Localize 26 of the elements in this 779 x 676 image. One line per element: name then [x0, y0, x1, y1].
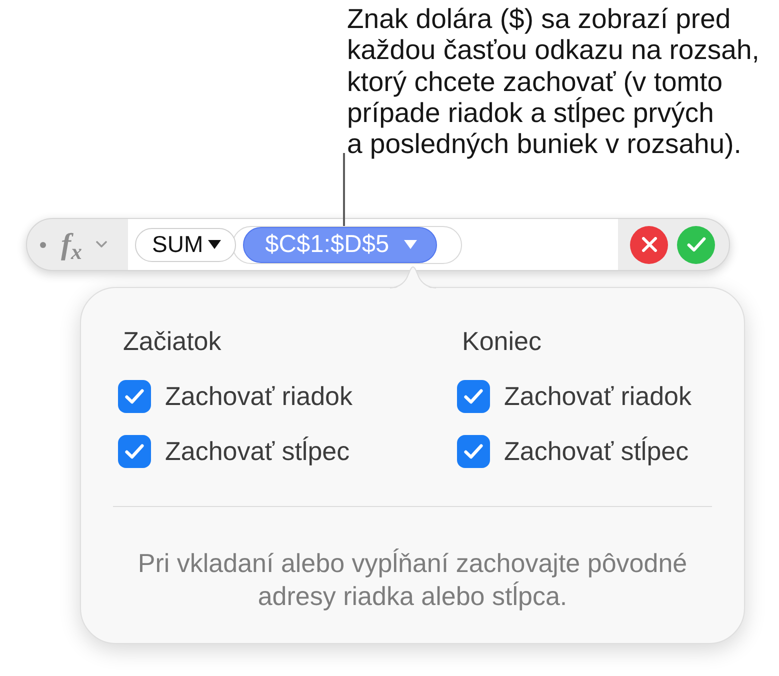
confirm-button[interactable]: [677, 226, 715, 264]
callout-text: Znak dolára ($) sa zobrazí pred každou časťou odkazu na rozsah, ktorý chcete zachovať (v tomto prípade riadok a stĺpec prvých a posledných buniek v rozsahu).: [347, 3, 760, 160]
checkbox[interactable]: [457, 434, 490, 468]
function-token[interactable]: SUM: [135, 228, 236, 262]
checkbox[interactable]: [457, 380, 490, 413]
checkmark-icon: [686, 237, 706, 252]
checkmark-icon: [464, 388, 483, 404]
checkbox-label: Zachovať riadok: [165, 380, 353, 412]
caret-icon: [404, 240, 418, 250]
close-icon: [642, 237, 656, 252]
section-title: Koniec: [462, 326, 542, 356]
dot-icon: [40, 242, 46, 248]
checkmark-icon: [125, 388, 144, 404]
checkmark-icon: [125, 444, 144, 459]
caret-icon: [208, 240, 222, 250]
cancel-button[interactable]: [630, 226, 668, 264]
hint-text: Pri vkladaní alebo vypĺňaní zachovajte pôvodné adresy riadka alebo stĺpca.: [138, 547, 688, 614]
checkmark-icon: [464, 444, 483, 459]
checkbox-label: Zachovať stĺpec: [165, 436, 350, 467]
checkbox-label: Zachovať riadok: [504, 380, 692, 412]
chevron-down-icon: [96, 241, 107, 248]
checkbox[interactable]: [118, 380, 151, 413]
section-title: Začiatok: [123, 326, 222, 356]
checkbox-label: Zachovať stĺpec: [504, 436, 689, 467]
checkbox[interactable]: [118, 434, 151, 468]
formula-field[interactable]: SUM $C$1:$D$5: [128, 219, 618, 270]
